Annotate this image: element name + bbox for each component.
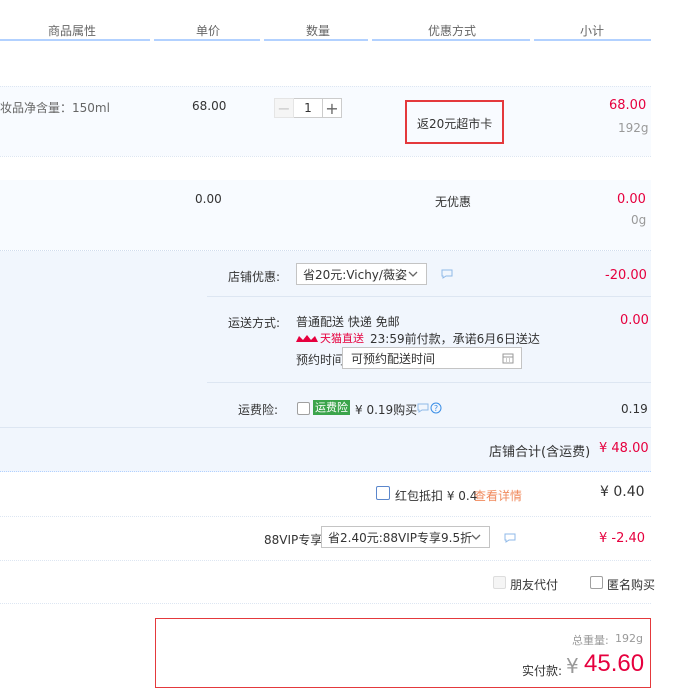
shop-total-label: 店铺合计(含运费) [489,445,591,460]
col-header-price: 单价 [195,24,220,38]
shop-coupon-amount: -20.00 [605,268,647,283]
row-divider [0,603,651,605]
header-underline [154,39,260,41]
tmall-logo-icon [296,335,318,342]
row-divider [0,86,651,88]
insurance-checkbox[interactable] [297,402,310,415]
chevron-down-icon [471,534,481,540]
appoint-time-input[interactable]: 可预约配送时间 [342,347,522,369]
vip-amount: ¥ -2.40 [599,531,646,546]
col-header-props: 商品属性 [47,24,96,38]
decrease-button[interactable]: − [274,98,294,118]
redpacket-checkbox[interactable] [376,486,390,500]
item-props: 妆品净含量：150ml [0,101,110,115]
comment-icon[interactable] [441,269,453,279]
calendar-icon [502,353,514,364]
total-weight-label: 总重量: [572,634,609,647]
item-price: 68.00 [192,99,227,113]
anonymous-label: 匿名购买 [607,578,656,592]
row-divider [207,382,651,383]
item-discount: 无优惠 [435,195,472,209]
quantity-stepper[interactable]: − 1 + [274,98,342,118]
col-header-discount: 优惠方式 [427,24,476,38]
pay-label: 实付款: [522,664,563,678]
redpacket-amount: ¥ 0.40 [600,484,645,500]
quantity-input[interactable]: 1 [294,98,322,118]
ship-method: 普通配送 快递 免邮 [296,315,400,329]
ship-promise: 23:59前付款，承诺6月6日送达 [370,332,540,346]
item-subtotal: 0.00 [617,192,646,207]
insurance-amount: 0.19 [621,402,648,416]
header-underline [264,39,368,41]
item-weight: 0g [631,213,647,227]
header-underline [0,39,150,41]
table-header: 商品属性 单价 数量 优惠方式 小计 [0,18,693,42]
total-weight-value: 192g [615,632,643,645]
item-row [0,86,651,156]
tmall-badge: 天猫直送 [320,332,364,345]
redpacket-details-link[interactable]: 查看详情 [474,487,522,504]
row-divider [0,516,651,518]
row-divider [207,296,651,297]
appoint-label: 预约时间 [296,353,345,367]
pay-amount: 45.60 [584,650,645,677]
shop-coupon-select[interactable]: 省20元:Vichy/薇姿 [296,263,427,285]
col-header-qty: 数量 [305,24,330,38]
redpacket-label: 红包抵扣 ¥ 0.4 [395,489,478,503]
insurance-price: ¥ 0.19购买 [355,403,418,417]
insurance-badge: 运费险 [313,400,350,415]
shop-total-amount: ¥ 48.00 [599,441,649,456]
ship-label: 运送方式: [228,316,281,330]
chevron-down-icon [408,271,418,277]
comment-icon[interactable] [504,533,516,543]
row-divider [0,156,651,158]
vip-label: 88VIP专享 [264,533,323,547]
col-header-subtotal: 小计 [579,24,604,38]
row-divider [0,560,651,562]
insurance-label: 运费险: [238,403,279,417]
currency-symbol: ¥ [566,654,579,678]
anonymous-checkbox[interactable] [590,576,603,589]
increase-button[interactable]: + [322,98,342,118]
comment-icon[interactable] [417,403,429,413]
header-underline [372,39,530,41]
ship-fee: 0.00 [620,313,649,328]
header-underline [534,39,651,41]
svg-text:?: ? [434,404,438,413]
item-discount: 返20元超市卡 [417,117,493,131]
vip-select-value: 省2.40元:88VIP专享9.5折 [328,530,473,545]
item-subtotal: 68.00 [609,98,647,113]
appoint-time-value: 可预约配送时间 [351,351,436,366]
help-icon[interactable]: ? [430,402,442,414]
shop-coupon-label: 店铺优惠: [228,270,281,284]
item-price: 0.00 [195,192,222,206]
item-weight: 192g [618,121,649,135]
friend-pay-checkbox[interactable] [493,576,506,589]
shop-coupon-value: 省20元:Vichy/薇姿 [303,267,407,282]
item-row [0,180,651,250]
friend-pay-label: 朋友代付 [510,578,559,592]
vip-select[interactable]: 省2.40元:88VIP专享9.5折 [321,526,490,548]
